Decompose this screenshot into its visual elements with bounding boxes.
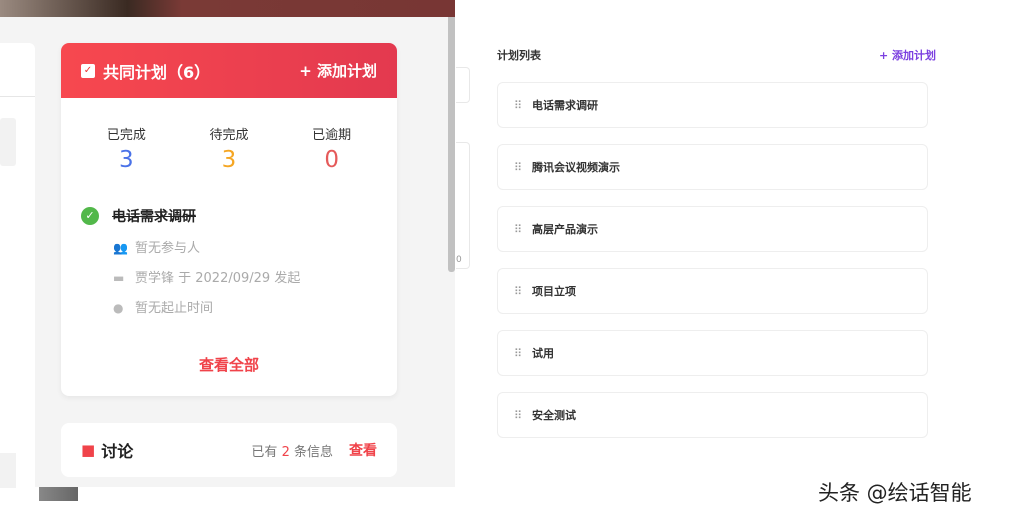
plan-list-item[interactable]: ⠿ 试用 (497, 330, 928, 376)
plan-item-label: 电话需求调研 (532, 99, 598, 112)
stat-overdue: 已逾期 0 (292, 124, 372, 173)
drag-handle-icon[interactable]: ⠿ (514, 409, 532, 422)
time-text: 暂无起止时间 (135, 301, 214, 316)
stat-label: 已完成 (106, 128, 146, 143)
discussion-info: 已有 2 条信息 (251, 441, 333, 460)
info-suffix: 条信息 (293, 444, 333, 460)
stat-value: 3 (221, 147, 237, 173)
plan-card-header: ✓ 共同计划（6） + 添加计划 (61, 43, 397, 98)
stat-completed: 已完成 3 (86, 124, 166, 173)
stat-value: 0 (324, 147, 339, 173)
plan-card-title: 共同计划（6） (103, 62, 211, 82)
stat-label: 待完成 (209, 128, 249, 143)
check-circle-icon[interactable]: ✓ (81, 207, 99, 225)
info-prefix: 已有 (251, 444, 278, 460)
drag-handle-icon[interactable]: ⠿ (514, 285, 532, 298)
task-name: 电话需求调研 (112, 209, 196, 225)
discussion-title: 讨论 (101, 442, 134, 461)
participants-text: 暂无参与人 (135, 241, 201, 256)
plan-item-label: 安全测试 (532, 409, 576, 422)
plan-item-label: 腾讯会议视频演示 (532, 161, 620, 174)
users-icon: 👥 (113, 241, 128, 255)
initiator-text: 贾学锋 于 2022/09/29 发起 (135, 271, 301, 286)
calendar-check-icon: ✓ (81, 63, 95, 78)
scrollbar[interactable] (448, 17, 455, 272)
top-banner-image (0, 0, 455, 17)
plan-list-item[interactable]: ⠿ 项目立项 (497, 268, 928, 314)
partial-input (456, 67, 470, 103)
view-discussion-link[interactable]: 查看 (349, 440, 377, 460)
plan-list-title: 计划列表 (497, 49, 541, 62)
clock-icon: ● (113, 301, 124, 315)
plan-list-item[interactable]: ⠿ 电话需求调研 (497, 82, 928, 128)
plan-list-item[interactable]: ⠿ 高层产品演示 (497, 206, 928, 252)
drag-handle-icon[interactable]: ⠿ (514, 223, 532, 236)
drag-handle-icon[interactable]: ⠿ (514, 161, 532, 174)
stat-value: 3 (119, 147, 134, 173)
partial-left-card (0, 43, 35, 503)
task-participants: 👥 暂无参与人 (113, 237, 200, 256)
discussion-card: ■ 讨论 已有 2 条信息 查看 (61, 423, 397, 477)
drag-handle-icon[interactable]: ⠿ (514, 347, 532, 360)
chat-icon: ■ (81, 441, 96, 459)
partial-textarea: 0 (456, 142, 470, 269)
plan-item-label: 试用 (532, 347, 554, 360)
task-initiator: ▬ 贾学锋 于 2022/09/29 发起 (113, 267, 300, 286)
stub-text: 0 (456, 255, 462, 265)
plan-stats: 已完成 3 待完成 3 已逾期 0 (61, 98, 397, 173)
plan-item-label: 项目立项 (532, 285, 576, 298)
shared-plan-card: ✓ 共同计划（6） + 添加计划 已完成 3 待完成 3 已逾期 0 ✓ 电话需求调研… (61, 43, 397, 396)
calendar-icon: ▬ (113, 271, 125, 285)
message-count: 2 (281, 444, 290, 460)
stat-pending: 待完成 3 (189, 124, 269, 173)
view-all-link[interactable]: 查看全部 (61, 354, 397, 375)
plan-list-item[interactable]: ⠿ 安全测试 (497, 392, 928, 438)
drag-handle-icon[interactable]: ⠿ (514, 99, 532, 112)
task-time: ● 暂无起止时间 (113, 297, 213, 316)
add-plan-button[interactable]: + 添加计划 (299, 60, 377, 81)
stat-label: 已逾期 (312, 128, 352, 143)
watermark: 头条 @绘话智能 (818, 481, 972, 505)
plan-list-item[interactable]: ⠿ 腾讯会议视频演示 (497, 144, 928, 190)
bottom-block (39, 487, 78, 501)
plan-item-label: 高层产品演示 (532, 223, 598, 236)
plan-list-add-button[interactable]: + 添加计划 (879, 47, 936, 63)
